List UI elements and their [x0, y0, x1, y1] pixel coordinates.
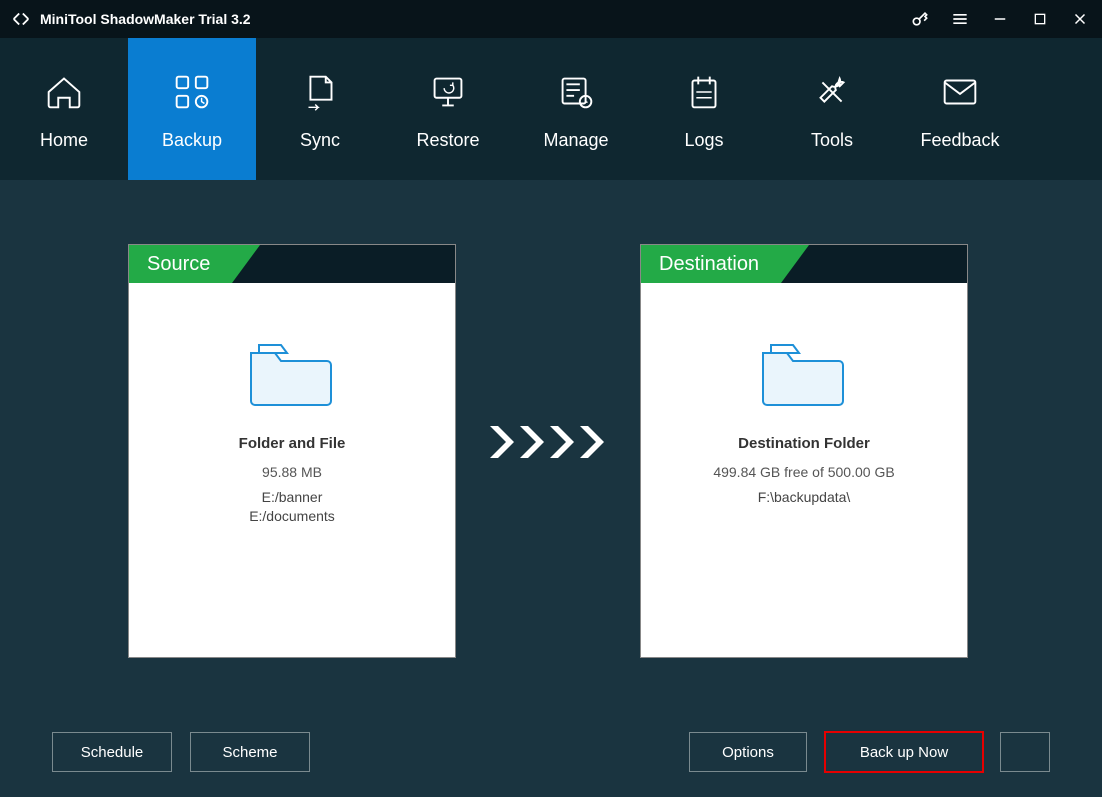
maximize-button[interactable] [1028, 7, 1052, 31]
home-icon [40, 68, 88, 116]
logs-icon [680, 68, 728, 116]
close-button[interactable] [1068, 7, 1092, 31]
backup-now-button[interactable]: Back up Now [825, 732, 983, 772]
destination-title: Destination Folder [641, 435, 967, 452]
feedback-icon [936, 68, 984, 116]
footer: Schedule Scheme Options Back up Now [0, 707, 1102, 797]
options-button[interactable]: Options [689, 732, 807, 772]
restore-icon [424, 68, 472, 116]
nav-label: Logs [684, 130, 723, 151]
source-panel[interactable]: Source Folder and File 95.88 MB E:/banne… [128, 244, 456, 658]
tools-icon [808, 68, 856, 116]
backup-now-group: Back up Now [825, 732, 983, 772]
nav-home[interactable]: Home [0, 38, 128, 180]
nav-label: Tools [811, 130, 853, 151]
nav-label: Home [40, 130, 88, 151]
destination-tab-label: Destination [641, 245, 781, 283]
navbar: Home Backup Sync Restore Manage Logs T [0, 38, 1102, 180]
folder-icon [245, 335, 339, 411]
nav-label: Backup [162, 130, 222, 151]
nav-label: Sync [300, 130, 340, 151]
backup-icon [168, 68, 216, 116]
source-size: 95.88 MB [129, 464, 455, 480]
nav-label: Feedback [920, 130, 999, 151]
main-area: Source Folder and File 95.88 MB E:/banne… [0, 180, 1102, 707]
minimize-button[interactable] [988, 7, 1012, 31]
nav-logs[interactable]: Logs [640, 38, 768, 180]
source-title: Folder and File [129, 435, 455, 452]
source-path-1: E:/banner [129, 488, 455, 507]
nav-tools[interactable]: Tools [768, 38, 896, 180]
destination-path: F:\backupdata\ [641, 488, 967, 507]
manage-icon [552, 68, 600, 116]
nav-label: Manage [543, 130, 608, 151]
destination-panel[interactable]: Destination Destination Folder 499.84 GB… [640, 244, 968, 658]
nav-feedback[interactable]: Feedback [896, 38, 1024, 180]
source-header: Source [129, 245, 455, 283]
folder-icon [757, 335, 851, 411]
arrow-chevrons-icon [490, 422, 606, 462]
nav-sync[interactable]: Sync [256, 38, 384, 180]
menu-icon[interactable] [948, 7, 972, 31]
nav-manage[interactable]: Manage [512, 38, 640, 180]
backup-now-dropdown[interactable] [1000, 732, 1050, 772]
schedule-button[interactable]: Schedule [52, 732, 172, 772]
nav-label: Restore [416, 130, 479, 151]
sync-icon [296, 68, 344, 116]
source-path-2: E:/documents [129, 507, 455, 526]
titlebar: MiniTool ShadowMaker Trial 3.2 [0, 0, 1102, 38]
nav-restore[interactable]: Restore [384, 38, 512, 180]
destination-size: 499.84 GB free of 500.00 GB [641, 464, 967, 480]
app-logo-icon [10, 8, 32, 30]
nav-backup[interactable]: Backup [128, 38, 256, 180]
scheme-button[interactable]: Scheme [190, 732, 310, 772]
app-title: MiniTool ShadowMaker Trial 3.2 [40, 11, 251, 27]
destination-header: Destination [641, 245, 967, 283]
source-tab-label: Source [129, 245, 232, 283]
key-icon[interactable] [908, 7, 932, 31]
